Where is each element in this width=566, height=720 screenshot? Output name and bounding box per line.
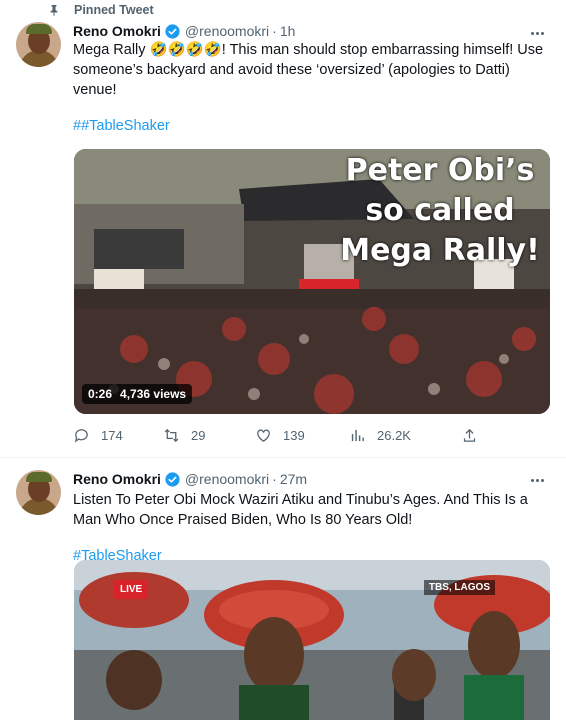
meta-separator: ·: [272, 471, 277, 487]
reply-icon: [74, 428, 88, 443]
channel-tag: TBS, LAGOS: [423, 580, 495, 595]
pinned-tweet-label-row: Pinned Tweet: [48, 3, 154, 17]
video-media[interactable]: Peter Obi’s so called Mega Rally! 0:26 4…: [74, 149, 550, 414]
author-handle[interactable]: @renoomokri: [185, 471, 269, 487]
tweet-text: Listen To Peter Obi Mock Waziri Atiku an…: [73, 492, 528, 528]
verified-badge-icon: [165, 471, 180, 487]
view-count: 26.2K: [377, 427, 411, 443]
video-media[interactable]: LIVE TBS, LAGOS: [74, 560, 550, 720]
tweet-time[interactable]: 27m: [280, 471, 307, 487]
author-name[interactable]: Reno Omokri: [73, 471, 161, 487]
author-handle[interactable]: @renoomokri: [185, 23, 269, 39]
tweet-time[interactable]: 1h: [280, 23, 296, 39]
retweet-count: 29: [191, 427, 206, 443]
verified-badge-icon: [165, 23, 180, 39]
avatar[interactable]: [16, 470, 61, 515]
analytics-icon: [351, 429, 364, 441]
views-button[interactable]: 26.2K: [349, 424, 461, 446]
avatar[interactable]: [16, 22, 61, 67]
hashtag-link[interactable]: ##TableShaker: [73, 116, 170, 136]
video-duration: 0:26: [88, 387, 113, 401]
meta-separator: ·: [272, 23, 277, 39]
share-icon: [463, 428, 476, 442]
tweet-header: Reno Omokri @renoomokri · 27m: [73, 469, 307, 489]
reply-button[interactable]: 174: [73, 424, 163, 446]
retweet-icon: [164, 428, 179, 442]
live-badge: LIVE: [114, 580, 149, 599]
heart-icon: [257, 429, 270, 442]
pinned-label: Pinned Tweet: [74, 3, 154, 17]
video-duration-badge: 0:26 4,736 views: [82, 384, 193, 404]
pin-icon: [50, 5, 58, 16]
retweet-button[interactable]: 29: [163, 424, 255, 446]
tweet-header: Reno Omokri @renoomokri · 1h: [73, 21, 295, 41]
video-overlay-caption: Peter Obi’s so called Mega Rally!: [340, 153, 540, 268]
like-button[interactable]: 139: [255, 424, 349, 446]
reply-count: 174: [101, 427, 123, 443]
tweet-1[interactable]: Reno Omokri @renoomokri · 1h Mega Rally …: [0, 18, 566, 458]
share-button[interactable]: [461, 424, 491, 446]
more-options-icon[interactable]: [528, 471, 546, 489]
video-views: 4,736 views: [120, 387, 187, 401]
tweet-text: Mega Rally 🤣🤣🤣🤣! This man should stop em…: [73, 42, 544, 98]
author-name[interactable]: Reno Omokri: [73, 23, 161, 39]
tweet-actions: 174 29 139 26.2K: [73, 424, 493, 446]
like-count: 139: [283, 427, 305, 443]
